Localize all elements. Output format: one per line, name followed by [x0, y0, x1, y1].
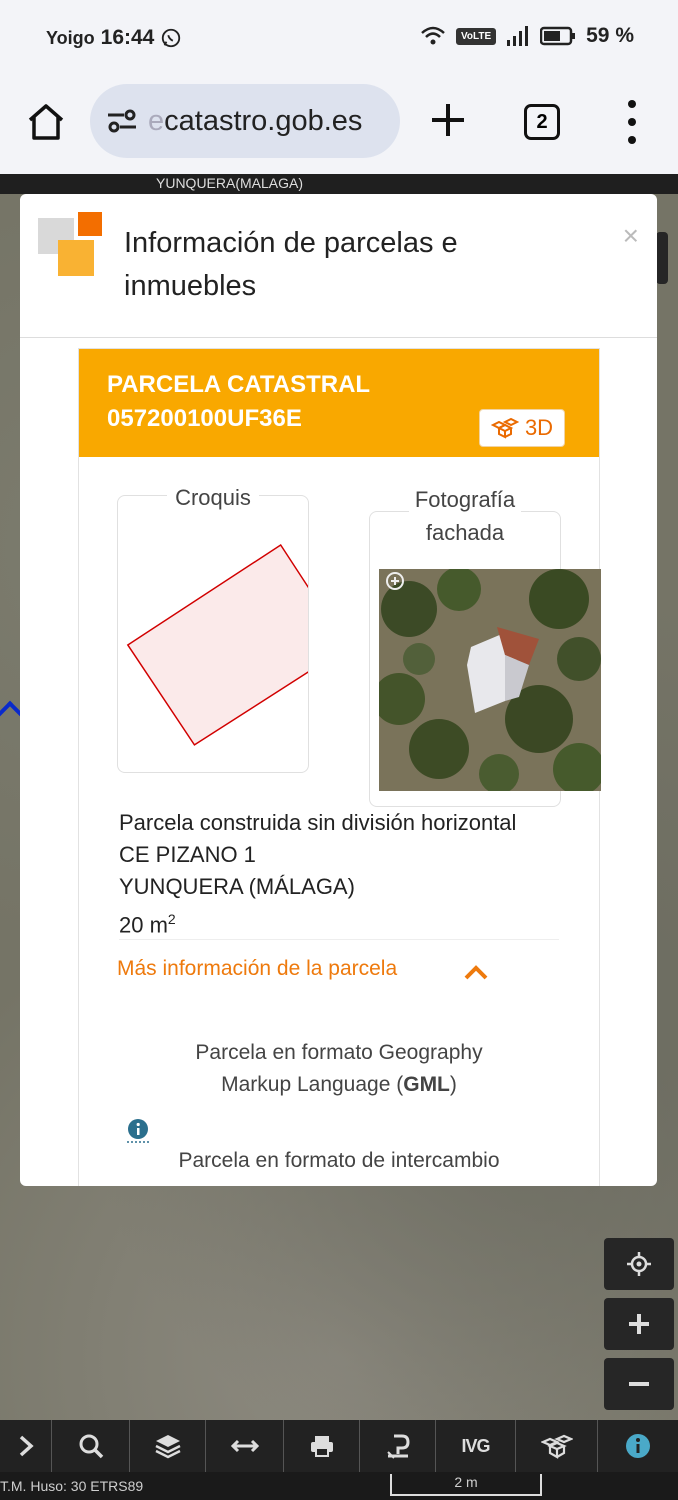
plus-icon: [629, 1314, 649, 1334]
parcel-sketch: [126, 543, 349, 746]
layers-button[interactable]: [130, 1420, 206, 1472]
map-status-line: T.M. Huso: 30 ETRS89 2 m: [0, 1472, 678, 1500]
divider: [119, 939, 559, 940]
measure-arrows-icon: [230, 1439, 259, 1453]
signal-icon: [507, 26, 529, 46]
scale-bar: 2 m: [390, 1474, 542, 1496]
chevron-up-icon[interactable]: [463, 963, 489, 981]
new-tab-icon[interactable]: [428, 100, 468, 140]
facade-photo[interactable]: [379, 569, 601, 791]
more-info-link[interactable]: Más información de la parcela: [117, 957, 397, 981]
info-icon: [626, 1434, 650, 1458]
clock: 16:44: [100, 26, 155, 49]
parcel-info-dialog: Información de parcelas e inmuebles × PA…: [20, 194, 657, 1186]
close-button[interactable]: ×: [623, 220, 639, 252]
locate-button[interactable]: [604, 1238, 674, 1290]
address-bar[interactable]: ecatastro.gob.es: [90, 84, 400, 158]
info-icon[interactable]: [127, 1119, 149, 1143]
battery-icon: [540, 26, 576, 46]
catastro-logo: [38, 212, 104, 278]
parcel-area: 20 m2: [119, 911, 176, 938]
parcel-marker-icon: [386, 1434, 410, 1459]
side-panel-tab[interactable]: [656, 232, 668, 284]
measure-button[interactable]: [206, 1420, 284, 1472]
parcel-reference: 057200100UF36E: [107, 405, 302, 432]
cubes-icon: [490, 417, 519, 439]
gml-download-link[interactable]: Parcela en formato Geography Markup Lang…: [109, 1037, 569, 1101]
layers-icon: [154, 1435, 181, 1459]
status-bar: Yoigo 16:44 VoLTE 59 %: [0, 0, 678, 78]
map-location-text: YUNQUERA(MALAGA): [156, 175, 304, 191]
ivg-button[interactable]: IVG: [436, 1420, 516, 1472]
site-settings-icon[interactable]: [104, 103, 140, 139]
gml-line-1: Parcela en formato Geography: [195, 1041, 483, 1064]
print-button[interactable]: [284, 1420, 360, 1472]
zoom-out-button[interactable]: [604, 1358, 674, 1410]
dialog-title: Información de parcelas e inmuebles: [124, 227, 458, 302]
exchange-format-link[interactable]: Parcela en formato de intercambio: [99, 1149, 579, 1173]
carrier-name: Yoigo: [46, 27, 95, 48]
expand-toolbar-button[interactable]: [0, 1420, 52, 1472]
battery-percent: 59 %: [586, 24, 634, 47]
view-3d-toolbar-button[interactable]: [516, 1420, 598, 1472]
gml-line-2: Markup Language (GML): [221, 1073, 457, 1096]
cubes-icon: [540, 1434, 573, 1459]
wifi-icon: [421, 26, 445, 45]
zoom-in-button[interactable]: [604, 1298, 674, 1350]
status-left: Yoigo 16:44: [46, 26, 182, 50]
coordinate-system-label: T.M. Huso: 30 ETRS89: [0, 1478, 144, 1494]
parcel-details: Parcela construida sin división horizont…: [119, 807, 516, 941]
search-button[interactable]: [52, 1420, 130, 1472]
parcel-heading: PARCELA CATASTRAL: [107, 371, 371, 398]
parcel-municipality: YUNQUERA (MÁLAGA): [119, 874, 355, 899]
dialog-header: Información de parcelas e inmuebles ×: [20, 194, 657, 338]
crosshair-icon: [627, 1252, 651, 1276]
whatsapp-icon: [162, 28, 181, 48]
browser-toolbar: ecatastro.gob.es 2: [0, 78, 678, 174]
map-location-label: YUNQUERA(MALAGA): [0, 174, 678, 194]
parcel-address: CE PIZANO 1: [119, 842, 256, 867]
url-text[interactable]: ecatastro.gob.es: [148, 105, 362, 138]
sketch-label: Croquis: [117, 485, 309, 511]
status-right: VoLTE 59 %: [420, 24, 634, 48]
tab-switcher-button[interactable]: 2: [524, 104, 560, 140]
home-icon[interactable]: [24, 100, 68, 144]
volte-badge: VoLTE: [455, 27, 497, 45]
view-3d-label: 3D: [524, 415, 554, 440]
parcel-type: Parcela construida sin división horizont…: [119, 810, 517, 835]
parcel-search-button[interactable]: [360, 1420, 436, 1472]
chevron-right-icon: [19, 1435, 34, 1457]
sketch-frame[interactable]: [117, 495, 349, 773]
map-toolbar: IVG: [0, 1420, 678, 1472]
search-icon: [79, 1434, 103, 1459]
minus-icon: [629, 1382, 649, 1386]
printer-icon: [310, 1436, 333, 1457]
more-menu-icon[interactable]: [622, 100, 642, 144]
parcel-card: PARCELA CATASTRAL 057200100UF36E 3D Croq…: [78, 348, 601, 1186]
facade-photo-label: Fotografía fachada: [369, 483, 561, 549]
view-3d-button[interactable]: 3D: [479, 409, 565, 447]
parcel-card-header: PARCELA CATASTRAL 057200100UF36E 3D: [79, 349, 599, 457]
aerial-photo-image: [379, 569, 601, 791]
info-tool-button[interactable]: [598, 1420, 678, 1472]
